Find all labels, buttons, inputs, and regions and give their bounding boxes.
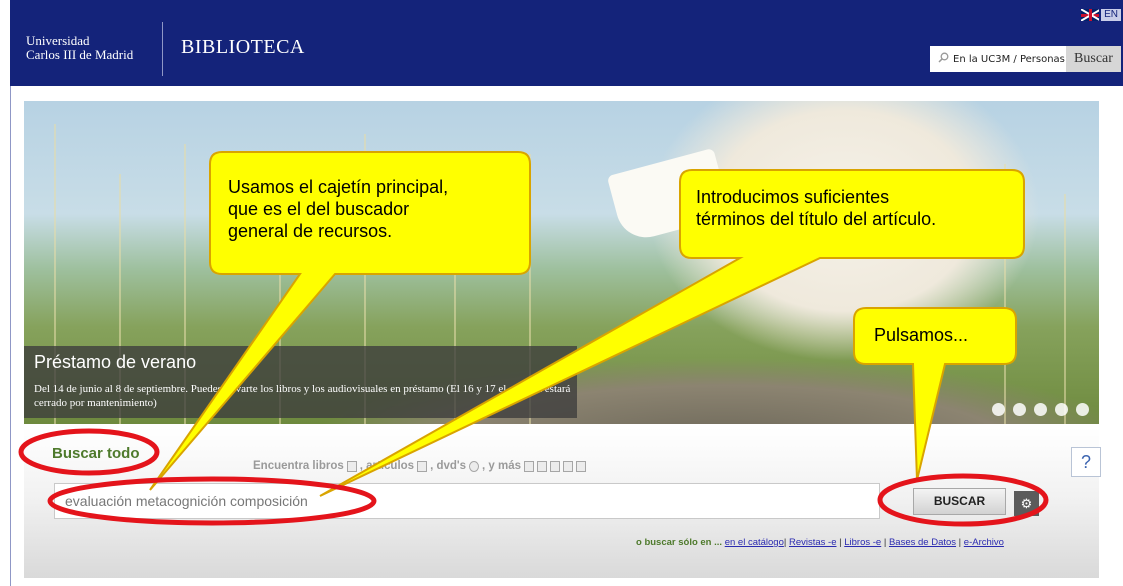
university-name-line2: Carlos III de Madrid [26,47,134,62]
screen-icon [524,460,535,472]
callout-right-text: Pulsamos... [874,325,969,345]
link-revistas-e[interactable]: Revistas -e [789,537,837,548]
search-only-in: o buscar sólo en ... en el catálogo| Rev… [636,537,1004,548]
header-search: En la UC3M / Personas Buscar [930,46,1121,72]
callout-left-line: que es el del buscador [228,199,410,219]
video-icon [563,460,574,472]
hint-libros: Encuentra libros [253,460,344,472]
callout-left-text: Usamos el cajetín principal, que es el d… [228,176,448,242]
slide-text: Del 14 de junio al 8 de septiembre. Pued… [34,383,571,409]
dvd-icon [469,460,480,472]
university-name-line1: Universidad [26,33,90,48]
slide-pager [992,403,1089,416]
link-bases-de-datos[interactable]: Bases de Datos [889,537,956,548]
hint-dvds: , dvd's [430,460,467,472]
slide-title: Préstamo de verano [34,352,197,372]
hint-articulos: , artículos [359,460,415,472]
article-icon [417,460,428,472]
page-title[interactable]: BIBLIOTECA [181,36,305,59]
slide-caption[interactable]: Préstamo de verano Del 14 de junio al 8 … [24,346,577,418]
slide-dot[interactable] [1034,403,1047,416]
university-logo[interactable]: Universidad Carlos III de Madrid [26,34,133,62]
slide-dot[interactable] [1076,403,1089,416]
header-search-input[interactable]: En la UC3M / Personas [930,46,1066,72]
help-button[interactable]: ? [1071,447,1101,477]
callout-middle-line: términos del título del artículo. [696,209,937,229]
main-search-input[interactable]: evaluación metacognición composición [54,483,880,519]
search-hint: Encuentra libros , artículos , dvd's , y… [253,460,587,472]
callout-middle-line: Introducimos suficientes [696,187,890,207]
site-header: Universidad Carlos III de Madrid BIBLIOT… [10,0,1123,86]
hero-banner[interactable]: Préstamo de verano Del 14 de junio al 8 … [24,101,1099,424]
link-catalogo[interactable]: en el catálogo [725,537,784,548]
callout-middle-text: Introducimos suficientes términos del tí… [696,186,936,230]
link-libros-e[interactable]: Libros -e [844,537,881,548]
callout-left-line: general de recursos. [228,221,393,241]
chart-icon [537,460,548,472]
slide-dot[interactable] [992,403,1005,416]
search-icon [938,52,949,66]
hint-mas: , y más [482,460,522,472]
header-search-button[interactable]: Buscar [1066,46,1121,72]
link-e-archivo[interactable]: e-Archivo [964,537,1004,548]
header-divider [162,22,163,76]
header-search-placeholder: En la UC3M / Personas [953,53,1065,65]
search-heading: Buscar todo [52,445,140,462]
uk-flag-icon[interactable] [1081,9,1100,21]
left-border [10,86,11,586]
callout-left-line: Usamos el cajetín principal, [228,177,449,197]
only-in-label: o buscar sólo en ... [636,537,723,548]
book-icon [346,460,357,472]
slide-dot[interactable] [1055,403,1068,416]
device-icon [550,460,561,472]
gear-icon[interactable]: ⚙ [1014,491,1039,516]
monitor-icon [576,460,587,472]
language-en-link[interactable]: EN [1101,9,1121,21]
language-switch[interactable]: EN [1081,9,1121,21]
slide-dot[interactable] [1013,403,1026,416]
reed-decoration [1064,194,1066,424]
reed-decoration [1004,164,1006,424]
search-button[interactable]: BUSCAR [913,488,1006,515]
